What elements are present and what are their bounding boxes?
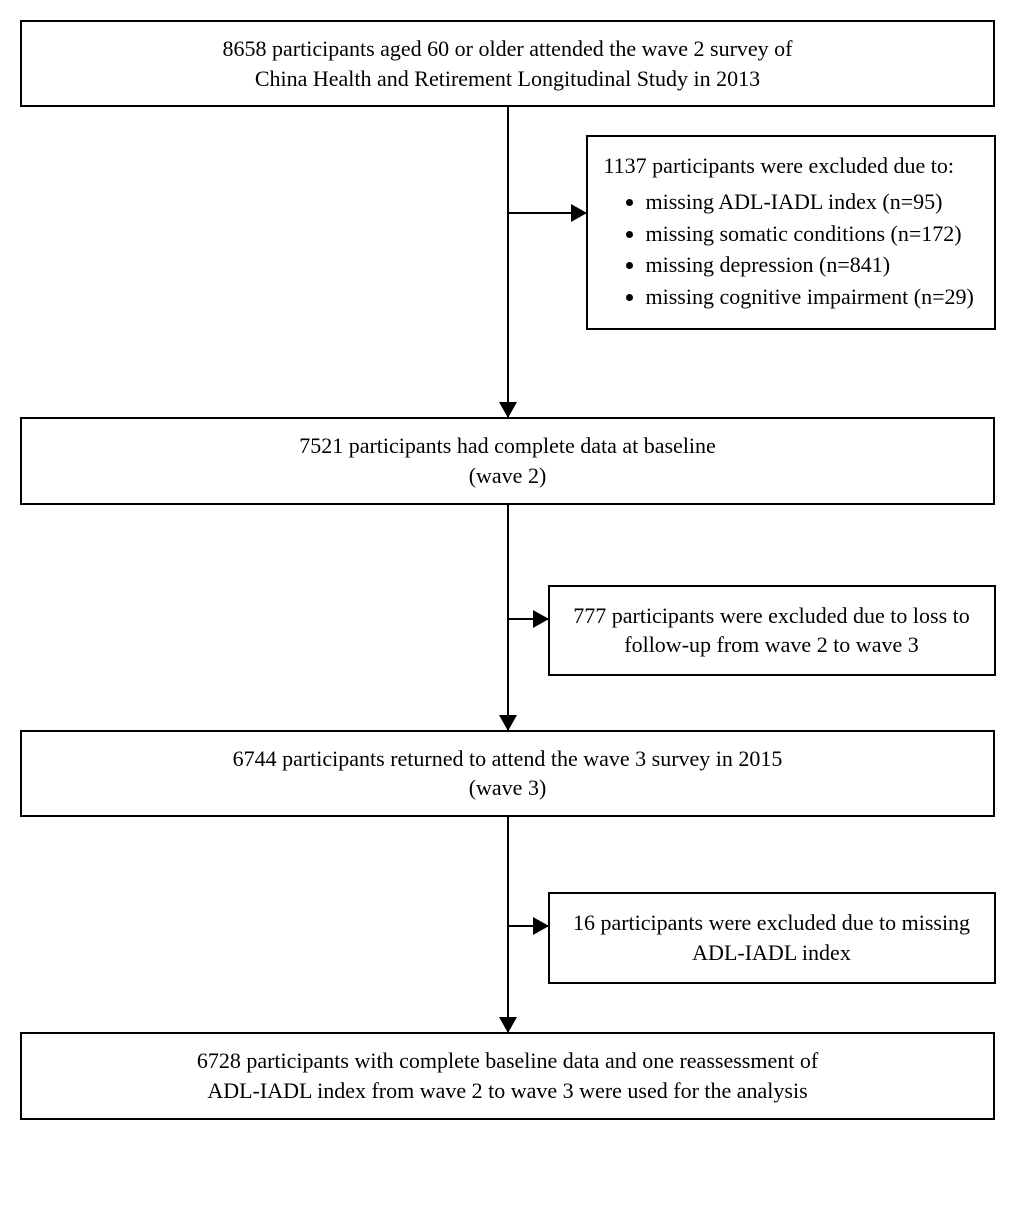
flow-node-start: 8658 participants aged 60 or older atten…	[20, 20, 995, 107]
excl3-line1: 16 participants were excluded due to mis…	[573, 910, 970, 935]
start-line1: 8658 participants aged 60 or older atten…	[223, 36, 793, 61]
excl1-item-1: missing somatic conditions (n=172)	[646, 219, 978, 249]
flowchart-container: 8658 participants aged 60 or older atten…	[20, 20, 995, 1120]
flow-node-excl3: 16 participants were excluded due to mis…	[548, 892, 996, 983]
branch-1	[508, 212, 586, 214]
excl2-line1: 777 participants were excluded due to lo…	[573, 603, 970, 628]
excl1-item-2: missing depression (n=841)	[646, 250, 978, 280]
arrow-1	[507, 107, 509, 417]
excl2-line2: follow-up from wave 2 to wave 3	[624, 632, 918, 657]
final-line2: ADL-IADL index from wave 2 to wave 3 wer…	[207, 1078, 807, 1103]
excl1-item-0: missing ADL-IADL index (n=95)	[646, 187, 978, 217]
baseline-line1: 7521 participants had complete data at b…	[299, 433, 716, 458]
flow-node-final: 6728 participants with complete baseline…	[20, 1032, 995, 1119]
flow-node-wave3: 6744 participants returned to attend the…	[20, 730, 995, 817]
final-line1: 6728 participants with complete baseline…	[197, 1048, 818, 1073]
wave3-line1: 6744 participants returned to attend the…	[233, 746, 783, 771]
flow-node-baseline: 7521 participants had complete data at b…	[20, 417, 995, 504]
baseline-line2: (wave 2)	[469, 463, 547, 488]
excl1-list: missing ADL-IADL index (n=95) missing so…	[604, 187, 978, 312]
branch-3	[508, 925, 548, 927]
excl1-item-3: missing cognitive impairment (n=29)	[646, 282, 978, 312]
excl3-line2: ADL-IADL index	[692, 940, 851, 965]
flow-node-excl1: 1137 participants were excluded due to: …	[586, 135, 996, 329]
start-line2: China Health and Retirement Longitudinal…	[255, 66, 760, 91]
flow-node-excl2: 777 participants were excluded due to lo…	[548, 585, 996, 676]
excl1-header: 1137 participants were excluded due to:	[604, 153, 954, 178]
branch-2	[508, 618, 548, 620]
wave3-line2: (wave 3)	[469, 775, 547, 800]
